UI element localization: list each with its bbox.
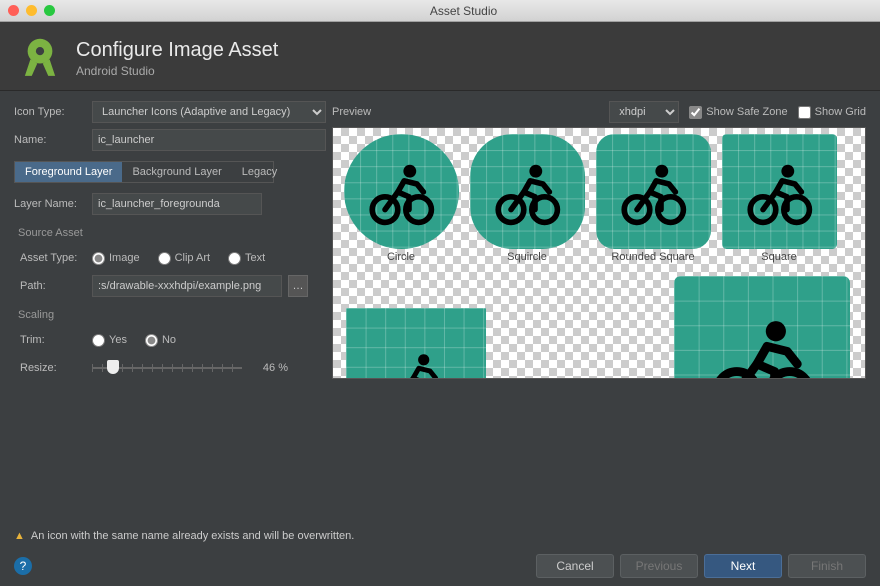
grid-checkbox[interactable]: Show Grid xyxy=(798,106,866,119)
trim-yes-radio[interactable]: Yes xyxy=(92,334,127,347)
preview-square: Square xyxy=(719,134,839,263)
warning-icon: ▲ xyxy=(14,530,25,542)
preview-full-bleed: Full Bleed Layers xyxy=(341,308,491,379)
resize-label: Resize: xyxy=(14,362,86,374)
android-studio-logo-icon xyxy=(18,36,62,80)
dialog-button-row: ? Cancel Previous Next Finish xyxy=(14,554,866,578)
zoom-window-button[interactable] xyxy=(44,5,55,16)
next-button[interactable]: Next xyxy=(704,554,782,578)
dialog-title: Configure Image Asset xyxy=(76,39,278,62)
resize-slider[interactable] xyxy=(92,358,242,378)
window-title: Asset Studio xyxy=(55,4,872,18)
tab-legacy[interactable]: Legacy xyxy=(232,162,287,182)
preview-canvas: Circle Squircle Rounded Square Square Fu… xyxy=(332,127,866,379)
layer-tabs: Foreground Layer Background Layer Legacy xyxy=(14,161,274,183)
close-window-button[interactable] xyxy=(8,5,19,16)
dialog-header: Configure Image Asset Android Studio xyxy=(0,22,880,91)
asset-type-image-radio[interactable]: Image xyxy=(92,252,140,265)
previous-button[interactable]: Previous xyxy=(620,554,698,578)
finish-button[interactable]: Finish xyxy=(788,554,866,578)
browse-button[interactable]: … xyxy=(288,275,308,297)
dpi-select[interactable]: xhdpi xyxy=(609,101,679,123)
minimize-window-button[interactable] xyxy=(26,5,37,16)
preview-play-store: Google Play Store Icon xyxy=(669,276,855,379)
name-label: Name: xyxy=(14,134,86,146)
trim-label: Trim: xyxy=(14,334,86,346)
config-form: Icon Type: Launcher Icons (Adaptive and … xyxy=(14,101,326,379)
help-button[interactable]: ? xyxy=(14,557,32,575)
preview-squircle: Squircle xyxy=(467,134,587,263)
preview-panel: Preview xhdpi Show Safe Zone Show Grid C… xyxy=(332,101,866,379)
cancel-button[interactable]: Cancel xyxy=(536,554,614,578)
tab-background[interactable]: Background Layer xyxy=(122,162,231,182)
resize-value: 46 % xyxy=(248,362,288,374)
layer-name-input[interactable] xyxy=(92,193,262,215)
icon-type-select[interactable]: Launcher Icons (Adaptive and Legacy) xyxy=(92,101,326,123)
path-input[interactable] xyxy=(92,275,282,297)
asset-type-text-radio[interactable]: Text xyxy=(228,252,265,265)
layer-name-label: Layer Name: xyxy=(14,198,86,210)
trim-no-radio[interactable]: No xyxy=(145,334,176,347)
source-asset-section: Source Asset xyxy=(18,227,326,239)
preview-rounded-square: Rounded Square xyxy=(593,134,713,263)
path-label: Path: xyxy=(14,280,86,292)
name-input[interactable] xyxy=(92,129,326,151)
tab-foreground[interactable]: Foreground Layer xyxy=(15,162,122,182)
warning-message: ▲ An icon with the same name already exi… xyxy=(14,530,354,542)
scaling-section: Scaling xyxy=(18,309,326,321)
dialog-subtitle: Android Studio xyxy=(76,64,278,78)
asset-type-label: Asset Type: xyxy=(14,252,86,264)
icon-type-label: Icon Type: xyxy=(14,106,86,118)
preview-circle: Circle xyxy=(341,134,461,263)
titlebar: Asset Studio xyxy=(0,0,880,22)
asset-type-clipart-radio[interactable]: Clip Art xyxy=(158,252,210,265)
safezone-checkbox[interactable]: Show Safe Zone xyxy=(689,106,787,119)
preview-label: Preview xyxy=(332,106,371,118)
